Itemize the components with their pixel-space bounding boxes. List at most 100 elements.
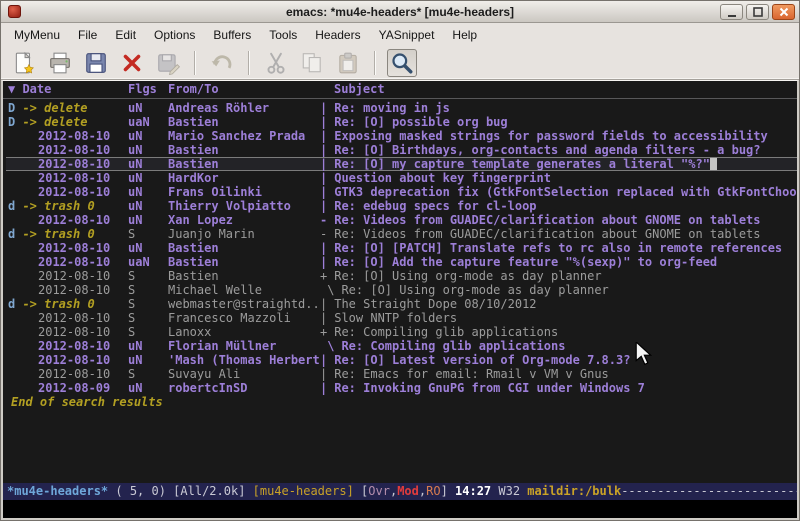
- message-flags: uN: [128, 143, 168, 157]
- message-row[interactable]: 2012-08-10SFrancesco Mazzoli|Slow NNTP f…: [6, 311, 797, 325]
- cut-icon[interactable]: [261, 49, 291, 77]
- thread-indicator: |: [320, 115, 327, 129]
- menu-item-help[interactable]: Help: [443, 25, 486, 45]
- menu-item-buffers[interactable]: Buffers: [204, 25, 260, 45]
- paste-icon[interactable]: [333, 49, 363, 77]
- message-subject: |GTK3 deprecation fix (GtkFontSelection …: [320, 185, 797, 199]
- menu-item-edit[interactable]: Edit: [106, 25, 145, 45]
- thread-indicator: |: [320, 101, 327, 115]
- message-row[interactable]: 2012-08-09uNrobertcInSD|Re: Invoking Gnu…: [6, 381, 797, 395]
- message-subject: \Re: [O] Using org-mode as day planner: [320, 283, 797, 297]
- column-header-from: From/To: [168, 81, 320, 98]
- message-row[interactable]: 2012-08-10SLanoxx+Re: Compiling glib app…: [6, 325, 797, 339]
- menu-item-headers[interactable]: Headers: [306, 25, 369, 45]
- menu-item-yasnippet[interactable]: YASnippet: [370, 25, 444, 45]
- message-subject: |Re: [O] Birthdays, org-contacts and age…: [320, 143, 797, 157]
- message-subject: |Question about key fingerprint: [320, 171, 797, 185]
- title-bar[interactable]: emacs: *mu4e-headers* [mu4e-headers]: [1, 1, 799, 23]
- thread-indicator: +: [320, 269, 327, 283]
- copy-icon[interactable]: [297, 49, 327, 77]
- message-flags: uaN: [128, 255, 168, 269]
- message-flags: S: [128, 283, 168, 297]
- message-date: 2012-08-10: [6, 269, 128, 283]
- message-flags: S: [128, 311, 168, 325]
- message-from: Francesco Mazzoli: [168, 311, 320, 325]
- message-row[interactable]: 2012-08-10uNMario Sanchez Prada|Exposing…: [6, 129, 797, 143]
- text-cursor: [710, 158, 717, 170]
- message-flags: uN: [128, 101, 168, 115]
- message-subject: \Re: Compiling glib applications: [320, 339, 797, 353]
- message-row[interactable]: D -> deleteuaNBastien|Re: [O] possible o…: [6, 115, 797, 129]
- search-icon[interactable]: [387, 49, 417, 77]
- menu-item-options[interactable]: Options: [145, 25, 204, 45]
- message-date: 2012-08-10: [6, 143, 128, 157]
- message-flags: uaN: [128, 115, 168, 129]
- close-icon[interactable]: [117, 49, 147, 77]
- message-flags: uN: [128, 339, 168, 353]
- message-mark: D -> delete: [6, 115, 128, 129]
- close-button[interactable]: [772, 4, 795, 20]
- message-mark: d -> trash 0: [6, 297, 128, 311]
- menu-item-tools[interactable]: Tools: [260, 25, 306, 45]
- thread-indicator: \: [320, 283, 334, 297]
- window-title: emacs: *mu4e-headers* [mu4e-headers]: [1, 5, 799, 19]
- echo-area[interactable]: [3, 500, 797, 518]
- message-flags: uN: [128, 129, 168, 143]
- message-row[interactable]: d -> trash 0SJuanjo Marin-Re: Videos fro…: [6, 227, 797, 241]
- message-row[interactable]: 2012-08-10uaNBastien|Re: [O] Add the cap…: [6, 255, 797, 269]
- message-row[interactable]: 2012-08-10uNFlorian Müllner \Re: Compili…: [6, 339, 797, 353]
- message-flags: S: [128, 367, 168, 381]
- menu-item-file[interactable]: File: [69, 25, 106, 45]
- message-from: Suvayu Ali: [168, 367, 320, 381]
- emacs-frame: ▼ Date Flgs From/To Subject D -> deleteu…: [1, 80, 799, 520]
- header-line: ▼ Date Flgs From/To Subject: [3, 81, 797, 99]
- window-controls: [720, 4, 795, 20]
- menu-item-mymenu[interactable]: MyMenu: [5, 25, 69, 45]
- save-icon[interactable]: [81, 49, 111, 77]
- message-row[interactable]: 2012-08-10SMichael Welle \Re: [O] Using …: [6, 283, 797, 297]
- message-row[interactable]: d -> trash 0uNThierry Volpiatto|Re: edeb…: [6, 199, 797, 213]
- modeline-text: ----------------------------------------…: [621, 484, 797, 498]
- message-mark: D -> delete: [6, 101, 128, 115]
- message-from: Frans Oilinki: [168, 185, 320, 199]
- message-row[interactable]: 2012-08-10uNHardKor|Question about key f…: [6, 171, 797, 185]
- message-row[interactable]: 2012-08-10uNBastien|Re: [O] [PATCH] Tran…: [6, 241, 797, 255]
- message-row[interactable]: 2012-08-10uNXan Lopez-Re: Videos from GU…: [6, 213, 797, 227]
- message-subject: |Re: [O] [PATCH] Translate refs to rc al…: [320, 241, 797, 255]
- thread-indicator: |: [320, 157, 327, 171]
- message-row[interactable]: d -> trash 0Swebmaster@straightd...|The …: [6, 297, 797, 311]
- print-icon[interactable]: [45, 49, 75, 77]
- message-row[interactable]: 2012-08-10SBastien+Re: [O] Using org-mod…: [6, 269, 797, 283]
- message-subject: |Re: [O] Latest version of Org-mode 7.8.…: [320, 353, 797, 367]
- message-row[interactable]: 2012-08-10uN'Mash (Thomas Herbert)|Re: […: [6, 353, 797, 367]
- message-row[interactable]: 2012-08-10uNFrans Oilinki|GTK3 deprecati…: [6, 185, 797, 199]
- minimize-button[interactable]: [720, 4, 743, 20]
- message-row[interactable]: 2012-08-10SSuvayu Ali|Re: Emacs for emai…: [6, 367, 797, 381]
- thread-indicator: |: [320, 311, 327, 325]
- undo-icon[interactable]: [207, 49, 237, 77]
- new-file-icon[interactable]: [9, 49, 39, 77]
- mode-line[interactable]: *mu4e-headers* ( 5, 0) [All/2.0k] [mu4e-…: [3, 483, 797, 500]
- message-row[interactable]: 2012-08-10uNBastien|Re: [O] my capture t…: [6, 157, 797, 171]
- maximize-button[interactable]: [746, 4, 769, 20]
- message-row[interactable]: 2012-08-10uNBastien|Re: [O] Birthdays, o…: [6, 143, 797, 157]
- menu-bar: MyMenuFileEditOptionsBuffersToolsHeaders…: [1, 23, 799, 46]
- message-date: 2012-08-10: [6, 129, 128, 143]
- message-from: Bastien: [168, 241, 320, 255]
- message-subject: |Exposing masked strings for password fi…: [320, 129, 797, 143]
- column-header-flags: Flgs: [128, 81, 168, 98]
- message-flags: S: [128, 269, 168, 283]
- save-as-icon[interactable]: [153, 49, 183, 77]
- message-from: Xan Lopez: [168, 213, 320, 227]
- message-from: robertcInSD: [168, 381, 320, 395]
- thread-indicator: |: [320, 241, 327, 255]
- message-subject: |Slow NNTP folders: [320, 311, 797, 325]
- message-flags: uN: [128, 353, 168, 367]
- modeline-text: [: [354, 484, 368, 498]
- message-row[interactable]: D -> deleteuNAndreas Röhler|Re: moving i…: [6, 101, 797, 115]
- message-subject: +Re: [O] Using org-mode as day planner: [320, 269, 797, 283]
- modeline-text: ( 5, 0) [All/2.0k]: [108, 484, 253, 498]
- message-flags: S: [128, 227, 168, 241]
- message-from: Andreas Röhler: [168, 101, 320, 115]
- message-date: 2012-08-10: [6, 255, 128, 269]
